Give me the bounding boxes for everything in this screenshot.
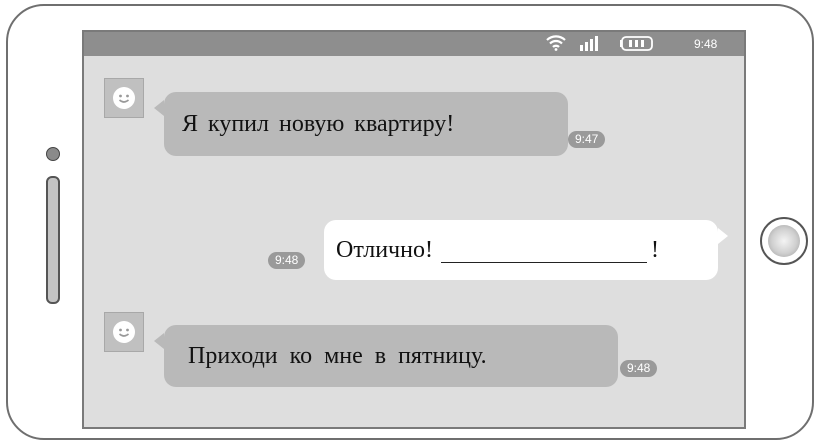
message-text: Я купил новую квартиру! (182, 110, 455, 137)
message-time: 9:48 (620, 360, 658, 377)
battery-icon (620, 36, 656, 54)
phone-frame: 9:48 Я купил новую квартиру! 9:47 9:48 О… (6, 4, 814, 440)
home-button[interactable] (760, 217, 808, 265)
chat-screen: 9:48 Я купил новую квартиру! 9:47 9:48 О… (82, 30, 746, 429)
answer-blank (440, 238, 647, 263)
wifi-icon (546, 35, 566, 54)
message-time: 9:47 (568, 131, 606, 148)
message-text: Отлично! (336, 236, 433, 263)
smiley-icon (113, 321, 135, 343)
message-bubble-incoming: Я купил новую квартиру! (154, 92, 568, 156)
signal-icon (580, 36, 602, 54)
message-time: 9:48 (268, 252, 306, 269)
message-bubble-incoming: Приходи ко мне в пятницу. (154, 325, 618, 387)
status-time: 9:48 (694, 37, 718, 51)
message-text: Приходи ко мне в пятницу. (188, 342, 487, 369)
avatar (104, 78, 144, 118)
home-button-inner (768, 225, 800, 257)
message-bubble-outgoing: Отлично! ! (324, 220, 728, 280)
status-bar: 9:48 (84, 32, 744, 56)
message-text-end: ! (650, 236, 659, 263)
smiley-icon (113, 87, 135, 109)
speaker-slot (46, 176, 60, 304)
avatar (104, 312, 144, 352)
front-camera (46, 147, 60, 161)
